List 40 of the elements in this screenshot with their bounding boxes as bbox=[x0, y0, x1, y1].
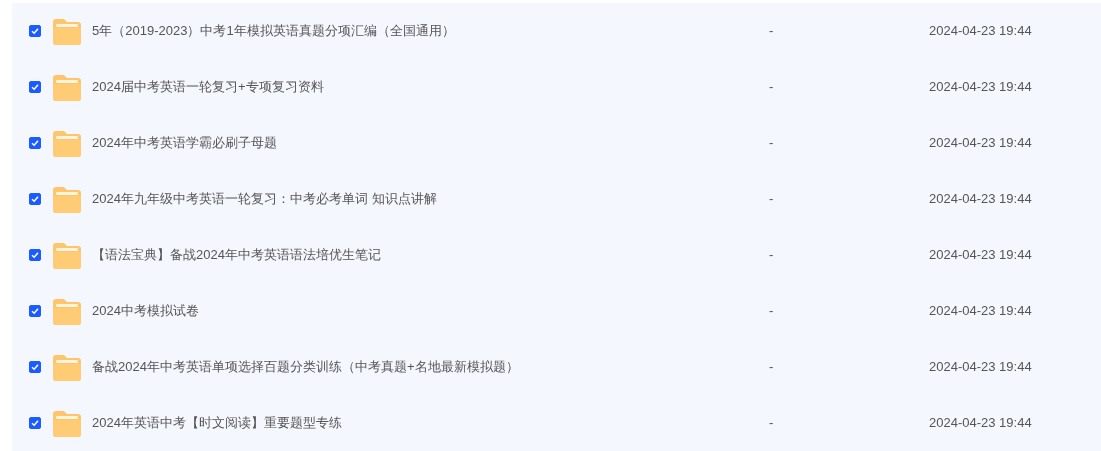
file-name[interactable]: 【语法宝典】备战2024年中考英语语法培优生笔记 bbox=[92, 247, 381, 263]
file-size: - bbox=[769, 23, 774, 39]
file-name[interactable]: 2024年中考英语学霸必刷子母题 bbox=[92, 135, 277, 151]
modified-date: 2024-04-23 19:44 bbox=[929, 415, 1032, 431]
checkbox[interactable] bbox=[29, 417, 41, 429]
file-name[interactable]: 2024届中考英语一轮复习+专项复习资料 bbox=[92, 79, 324, 95]
folder-icon bbox=[53, 185, 81, 213]
file-name[interactable]: 5年（2019-2023）中考1年模拟英语真题分项汇编（全国通用） bbox=[92, 23, 455, 39]
modified-date: 2024-04-23 19:44 bbox=[929, 23, 1032, 39]
checkbox[interactable] bbox=[29, 81, 41, 93]
folder-icon bbox=[53, 297, 81, 325]
checkbox[interactable] bbox=[29, 305, 41, 317]
file-size: - bbox=[769, 247, 774, 263]
file-size: - bbox=[769, 359, 774, 375]
folder-icon bbox=[53, 241, 81, 269]
modified-date: 2024-04-23 19:44 bbox=[929, 247, 1032, 263]
folder-icon bbox=[53, 409, 81, 437]
folder-icon bbox=[53, 17, 81, 45]
file-size: - bbox=[769, 135, 774, 151]
file-name[interactable]: 备战2024年中考英语单项选择百题分类训练（中考真题+名地最新模拟题） bbox=[92, 359, 519, 375]
folder-icon bbox=[53, 129, 81, 157]
file-size: - bbox=[769, 303, 774, 319]
modified-date: 2024-04-23 19:44 bbox=[929, 79, 1032, 95]
file-size: - bbox=[769, 415, 774, 431]
folder-icon bbox=[53, 73, 81, 101]
modified-date: 2024-04-23 19:44 bbox=[929, 191, 1032, 207]
file-name[interactable]: 2024中考模拟试卷 bbox=[92, 303, 199, 319]
modified-date: 2024-04-23 19:44 bbox=[929, 359, 1032, 375]
file-name[interactable]: 2024年九年级中考英语一轮复习：中考必考单词 知识点讲解 bbox=[92, 191, 437, 207]
folder-icon bbox=[53, 353, 81, 381]
checkbox[interactable] bbox=[29, 249, 41, 261]
checkbox[interactable] bbox=[29, 137, 41, 149]
file-size: - bbox=[769, 191, 774, 207]
file-name[interactable]: 2024年英语中考【时文阅读】重要题型专练 bbox=[92, 415, 342, 431]
checkbox[interactable] bbox=[29, 193, 41, 205]
file-size: - bbox=[769, 79, 774, 95]
checkbox[interactable] bbox=[29, 361, 41, 373]
modified-date: 2024-04-23 19:44 bbox=[929, 303, 1032, 319]
modified-date: 2024-04-23 19:44 bbox=[929, 135, 1032, 151]
checkbox[interactable] bbox=[29, 25, 41, 37]
